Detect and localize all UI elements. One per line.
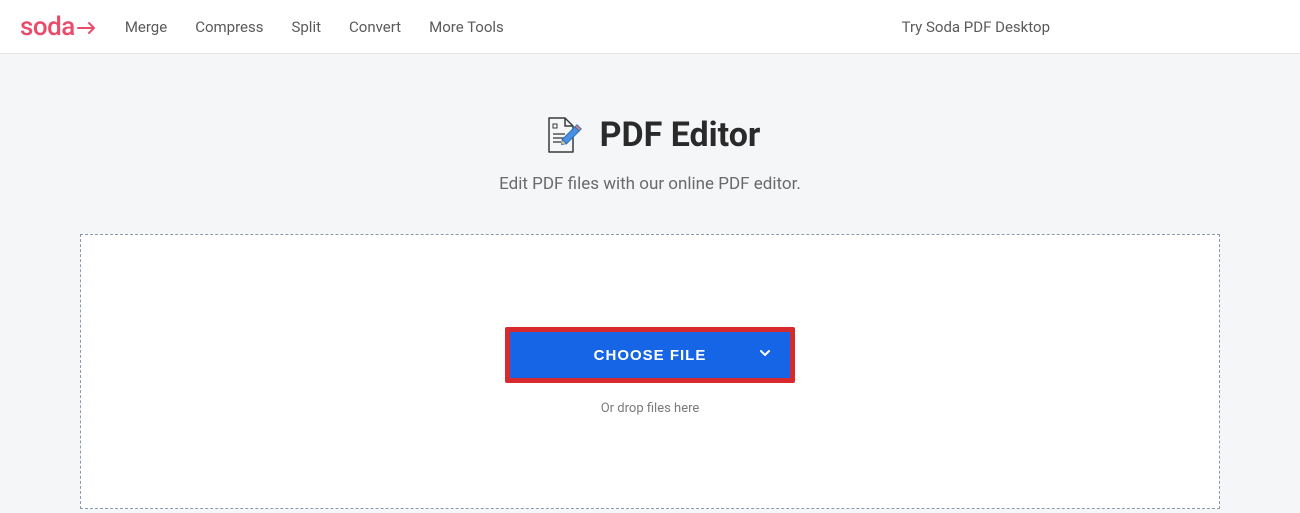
logo[interactable]: soda xyxy=(20,12,97,42)
header: soda Merge Compress Split Convert More T… xyxy=(0,0,1300,54)
choose-file-button[interactable]: CHOOSE FILE xyxy=(510,332,790,378)
choose-file-highlight: CHOOSE FILE xyxy=(505,327,795,383)
chevron-down-icon xyxy=(758,346,772,364)
drop-hint: Or drop files here xyxy=(601,401,700,416)
nav-split[interactable]: Split xyxy=(291,18,321,36)
nav: Merge Compress Split Convert More Tools xyxy=(125,18,504,36)
title-row: PDF Editor xyxy=(540,114,761,156)
logo-text: soda xyxy=(20,12,75,42)
nav-merge[interactable]: Merge xyxy=(125,18,167,36)
document-edit-icon xyxy=(540,114,582,156)
page-subtitle: Edit PDF files with our online PDF edito… xyxy=(499,174,801,194)
arrow-right-icon xyxy=(77,12,97,42)
main: PDF Editor Edit PDF files with our onlin… xyxy=(0,54,1300,509)
file-dropzone[interactable]: CHOOSE FILE Or drop files here xyxy=(80,234,1220,509)
header-left: soda Merge Compress Split Convert More T… xyxy=(20,12,504,42)
try-desktop-link[interactable]: Try Soda PDF Desktop xyxy=(902,18,1050,36)
page-title: PDF Editor xyxy=(600,115,761,155)
nav-compress[interactable]: Compress xyxy=(195,18,263,36)
nav-more-tools[interactable]: More Tools xyxy=(429,18,504,36)
choose-file-label: CHOOSE FILE xyxy=(594,347,707,364)
nav-convert[interactable]: Convert xyxy=(349,18,401,36)
